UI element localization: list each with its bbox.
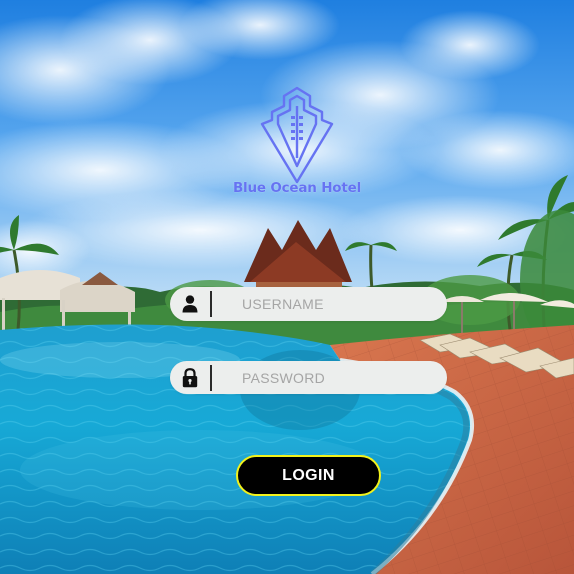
brand-name: Blue Ocean Hotel [232, 180, 362, 196]
login-screen: Blue Ocean Hotel LOGIN [0, 0, 574, 574]
username-input[interactable] [212, 287, 447, 321]
password-input[interactable] [212, 361, 447, 394]
login-button[interactable]: LOGIN [236, 455, 381, 496]
hotel-building-icon [260, 86, 334, 184]
brand-logo: Blue Ocean Hotel [232, 86, 362, 196]
username-field [170, 287, 447, 321]
lock-icon [170, 361, 210, 394]
password-field [170, 361, 447, 394]
user-icon [170, 287, 210, 321]
